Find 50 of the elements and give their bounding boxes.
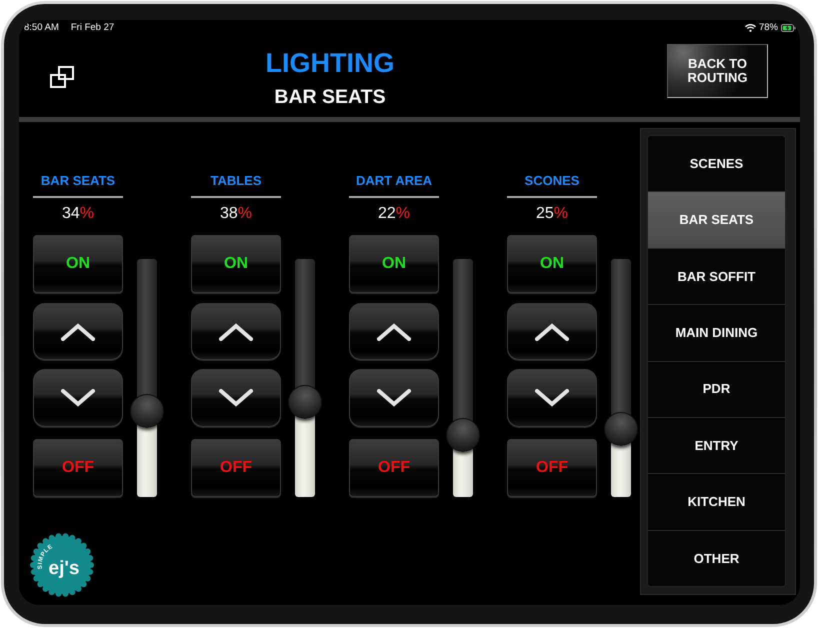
raise-button[interactable] xyxy=(507,303,597,360)
lower-button[interactable] xyxy=(349,369,439,427)
off-button[interactable]: OFF xyxy=(191,439,281,497)
dimmer-slider[interactable] xyxy=(446,259,480,497)
on-button[interactable]: ON xyxy=(349,235,439,293)
dimmer-slider[interactable] xyxy=(130,259,164,497)
status-date: Fri Feb 27 xyxy=(70,20,114,35)
lower-button[interactable] xyxy=(33,369,123,427)
level-reading: 22% xyxy=(378,205,410,223)
back-button[interactable]: BACK TO ROUTING xyxy=(667,44,768,98)
slider-thumb[interactable] xyxy=(130,394,164,428)
chevron-up-icon xyxy=(219,322,253,340)
on-button[interactable]: ON xyxy=(507,235,597,293)
chevron-down-icon xyxy=(61,389,95,407)
zone-item[interactable]: BAR SEATS xyxy=(648,191,785,248)
lower-button[interactable] xyxy=(507,369,597,427)
slider-thumb[interactable] xyxy=(288,385,322,420)
raise-button[interactable] xyxy=(191,303,281,360)
battery-charging-icon xyxy=(781,24,796,32)
channel-label: DART AREA xyxy=(354,173,434,189)
channel-label: SCONES xyxy=(524,173,580,189)
dimmer-slider[interactable] xyxy=(604,259,638,497)
raise-button[interactable] xyxy=(33,303,123,360)
channel-label: TABLES xyxy=(209,173,263,189)
wifi-icon xyxy=(744,24,756,32)
on-button[interactable]: ON xyxy=(191,235,281,293)
chevron-up-icon xyxy=(61,322,95,340)
chevron-up-icon xyxy=(535,322,569,340)
level-reading: 25% xyxy=(536,205,568,223)
level-reading: 38% xyxy=(220,205,252,223)
overlapping-squares-icon[interactable] xyxy=(50,66,74,88)
zone-item[interactable]: OTHER xyxy=(648,530,785,586)
page-subtitle: BAR SEATS xyxy=(274,85,386,109)
off-button[interactable]: OFF xyxy=(33,439,123,497)
chevron-down-icon xyxy=(535,389,569,407)
chevron-down-icon xyxy=(219,389,253,407)
chevron-down-icon xyxy=(377,389,411,407)
off-button[interactable]: OFF xyxy=(507,439,597,497)
chevron-up-icon xyxy=(377,322,411,340)
channel-label: BAR SEATS xyxy=(40,173,116,189)
lower-button[interactable] xyxy=(191,369,281,427)
dimmer-slider[interactable] xyxy=(288,259,322,497)
level-reading: 34% xyxy=(62,205,94,223)
raise-button[interactable] xyxy=(349,303,439,360)
off-button[interactable]: OFF xyxy=(349,439,439,497)
on-button[interactable]: ON xyxy=(33,235,123,293)
slider-thumb[interactable] xyxy=(446,418,480,452)
battery-percent: 78% xyxy=(758,20,778,35)
page-title: LIGHTING xyxy=(266,48,394,78)
slider-thumb[interactable] xyxy=(604,412,638,446)
